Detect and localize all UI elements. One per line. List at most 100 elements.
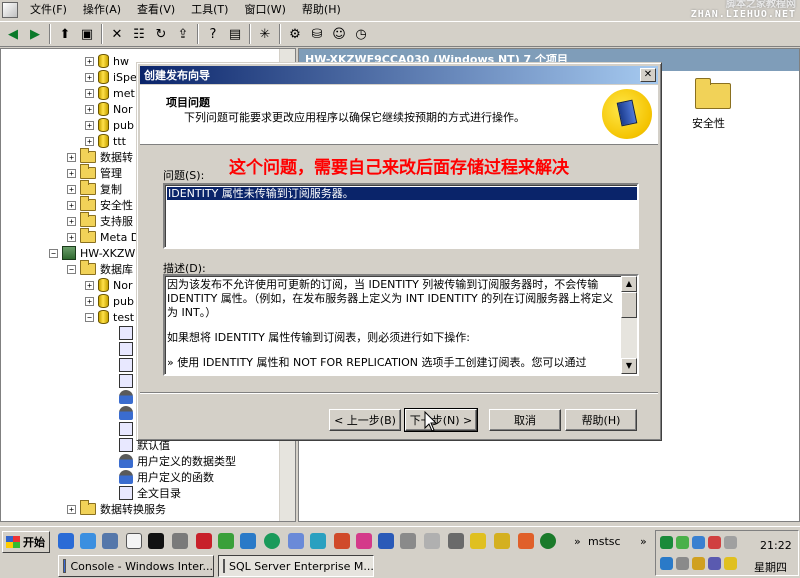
back-arrow-icon[interactable]: ◀	[2, 23, 24, 45]
up-folder-icon[interactable]: ⬆	[54, 23, 76, 45]
tray-icon[interactable]	[692, 557, 705, 570]
register-server-icon[interactable]: ⚙	[284, 23, 306, 45]
tree-item[interactable]: + iSpe	[85, 69, 137, 85]
tree-item[interactable]: + ttt	[85, 133, 126, 149]
menu-help[interactable]: 帮助(H)	[294, 1, 349, 19]
details-item-label[interactable]: 安全性	[692, 115, 725, 131]
tree-item[interactable]: − HW-XKZWF	[49, 245, 142, 261]
app-icon[interactable]	[356, 533, 372, 549]
expand-icon[interactable]: +	[85, 72, 94, 82]
ie-icon[interactable]	[58, 533, 74, 549]
app-icon[interactable]	[288, 533, 304, 549]
tree-item[interactable]: 用户定义的函数	[119, 469, 214, 485]
export-list-icon[interactable]: ⇪	[172, 23, 194, 45]
tray-icon[interactable]	[660, 557, 673, 570]
expand-icon[interactable]: +	[67, 168, 76, 178]
expand-icon[interactable]: +	[67, 152, 76, 162]
tray-icon[interactable]	[660, 536, 673, 549]
expand-icon[interactable]: +	[67, 200, 76, 210]
expand-icon[interactable]: +	[85, 120, 94, 130]
tree-item[interactable]: + 支持服	[67, 212, 133, 229]
tree-item[interactable]	[119, 405, 137, 421]
collapse-icon[interactable]: −	[85, 312, 94, 322]
folder-icon[interactable]	[695, 78, 731, 109]
toolbar-chevron[interactable]: »	[574, 535, 581, 548]
toolbar-chevron[interactable]: »	[640, 535, 647, 548]
tree-item[interactable]	[119, 373, 137, 389]
tray-icon[interactable]	[724, 536, 737, 549]
menu-file[interactable]: 文件(F)	[22, 1, 75, 19]
tray-icon[interactable]	[692, 536, 705, 549]
clock-time[interactable]: 21:22	[760, 539, 792, 552]
cancel-button[interactable]: 取消	[489, 409, 561, 431]
tray-icon[interactable]	[724, 557, 737, 570]
menu-tools[interactable]: 工具(T)	[183, 1, 236, 19]
app-icon[interactable]	[378, 533, 394, 549]
help-icon[interactable]: ?	[202, 23, 224, 45]
issue-item-selected[interactable]: IDENTITY 属性未传输到订阅服务器。	[167, 187, 637, 200]
app-icon[interactable]	[518, 533, 534, 549]
notepad-icon[interactable]	[126, 533, 142, 549]
app-icon[interactable]	[494, 533, 510, 549]
tree-item[interactable]: + 复制	[67, 180, 122, 197]
new-login-icon[interactable]: ☺	[328, 23, 350, 45]
close-button[interactable]: ✕	[640, 68, 656, 82]
expand-icon[interactable]: +	[85, 280, 94, 290]
start-button[interactable]: 开始	[2, 531, 50, 553]
tree-item[interactable]	[119, 357, 137, 373]
properties-icon[interactable]: ☷	[128, 23, 150, 45]
tree-item[interactable]: + 安全性	[67, 196, 133, 213]
tree-item[interactable]: − 数据库	[67, 260, 133, 277]
app-icon[interactable]	[400, 533, 416, 549]
tree-item[interactable]: + pub	[85, 293, 134, 309]
next-button[interactable]: 下一步(N) >	[404, 408, 478, 432]
app-icon[interactable]	[448, 533, 464, 549]
menu-action[interactable]: 操作(A)	[75, 1, 129, 19]
tree-item[interactable]: + pub	[85, 117, 134, 133]
tray-icon[interactable]	[708, 557, 721, 570]
issues-listbox[interactable]: IDENTITY 属性未传输到订阅服务器。	[163, 183, 639, 249]
expand-icon[interactable]: +	[85, 296, 94, 306]
mmc-app-icon[interactable]	[2, 2, 18, 18]
expand-icon[interactable]: +	[85, 88, 94, 98]
tree-item[interactable]: + 管理	[67, 164, 122, 181]
console-icon[interactable]: ▤	[224, 23, 246, 45]
tree-item[interactable]: + met	[85, 85, 135, 101]
new-database-icon[interactable]: ⛁	[306, 23, 328, 45]
tray-icon[interactable]	[676, 557, 689, 570]
network-icon[interactable]	[240, 533, 256, 549]
dialog-titlebar[interactable]: 创建发布向导 ✕	[140, 66, 658, 84]
expand-icon[interactable]: +	[85, 136, 94, 146]
outlook-icon[interactable]	[80, 533, 96, 549]
expand-icon[interactable]: +	[67, 504, 76, 514]
scroll-up-icon[interactable]: ▲	[621, 276, 637, 292]
forward-arrow-icon[interactable]: ▶	[24, 23, 46, 45]
tree-item[interactable]	[119, 389, 137, 405]
expand-icon[interactable]: +	[67, 184, 76, 194]
tray-icon[interactable]	[676, 536, 689, 549]
show-tree-icon[interactable]: ▣	[76, 23, 98, 45]
scroll-down-icon[interactable]: ▼	[621, 358, 637, 374]
app-icon[interactable]	[218, 533, 234, 549]
tree-item[interactable]: + hw	[85, 53, 129, 69]
clock-day[interactable]: 星期四	[754, 559, 787, 575]
tree-item[interactable]	[119, 325, 137, 341]
tree-item[interactable]	[119, 421, 137, 437]
tray-icon[interactable]	[708, 536, 721, 549]
app-icon[interactable]	[540, 533, 556, 549]
tree-item[interactable]: + Meta Da	[67, 228, 146, 245]
tree-item[interactable]	[119, 341, 137, 357]
back-button[interactable]: < 上一步(B)	[329, 409, 401, 431]
mstsc-label[interactable]: mstsc	[588, 535, 621, 548]
tree-item[interactable]: − test	[85, 309, 134, 325]
scroll-thumb[interactable]	[621, 292, 637, 318]
expand-icon[interactable]: +	[85, 104, 94, 114]
explorer-icon[interactable]	[102, 533, 118, 549]
delete-icon[interactable]: ✕	[106, 23, 128, 45]
description-textbox[interactable]: 因为该发布不允许使用可更新的订阅，当 IDENTITY 列被传输到订阅服务器时，…	[163, 274, 639, 376]
tree-item[interactable]: 用户定义的数据类型	[119, 453, 236, 469]
cmd-icon[interactable]	[148, 533, 164, 549]
refresh-icon[interactable]: ↻	[150, 23, 172, 45]
wizard-icon[interactable]: ✳	[254, 23, 276, 45]
app-icon[interactable]	[470, 533, 486, 549]
